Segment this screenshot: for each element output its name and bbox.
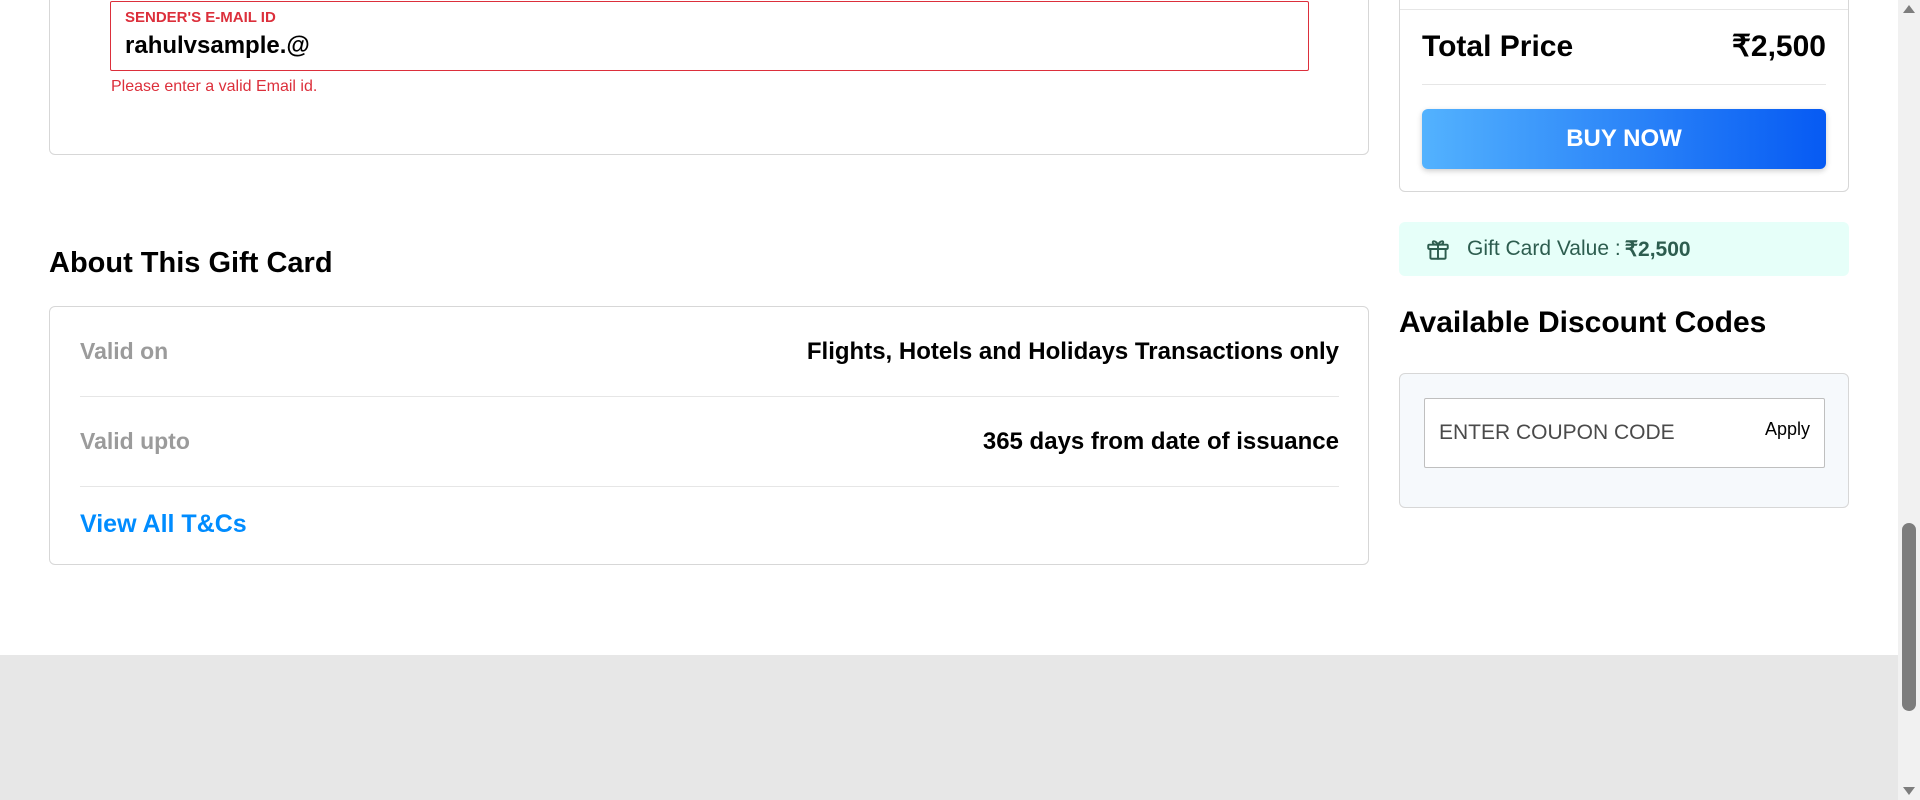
gift-card-value-amount: ₹2,500 <box>1624 237 1691 261</box>
scrollbar-thumb[interactable] <box>1902 523 1916 711</box>
valid-upto-label: Valid upto <box>80 428 190 454</box>
sender-email-field[interactable]: SENDER'S E-MAIL ID rahulvsample.@ <box>110 1 1309 71</box>
valid-on-value: Flights, Hotels and Holidays Transaction… <box>806 337 1339 365</box>
coupon-code-input[interactable] <box>1425 399 1745 467</box>
about-section-title: About This Gift Card <box>49 247 333 279</box>
sender-email-value[interactable]: rahulvsample.@ <box>125 32 310 60</box>
scroll-down-arrow-icon[interactable] <box>1903 787 1915 795</box>
valid-on-row: Valid on Flights, Hotels and Holidays Tr… <box>80 307 1339 397</box>
footer <box>0 655 1898 800</box>
sender-email-label: SENDER'S E-MAIL ID <box>125 9 276 26</box>
total-price-label: Total Price <box>1422 29 1574 63</box>
apply-coupon-button[interactable]: Apply <box>1765 419 1810 440</box>
sender-details-card: SENDER'S E-MAIL ID rahulvsample.@ Please… <box>49 0 1369 155</box>
email-error-message: Please enter a valid Email id. <box>111 78 318 95</box>
valid-upto-value: 365 days from date of issuance <box>982 427 1339 455</box>
total-price-value: ₹2,500 <box>1731 30 1826 63</box>
gift-card-value-banner: Gift Card Value : ₹2,500 <box>1399 222 1849 276</box>
about-gift-card-details: Valid on Flights, Hotels and Holidays Tr… <box>49 306 1369 565</box>
scroll-up-arrow-icon[interactable] <box>1903 5 1915 13</box>
gift-icon <box>1425 236 1451 262</box>
price-summary-card: Total Price ₹2,500 BUY NOW <box>1399 0 1849 192</box>
discount-codes-title: Available Discount Codes <box>1399 306 1767 339</box>
coupon-input-wrapper: Apply <box>1424 398 1825 468</box>
page-scrollbar[interactable] <box>1898 0 1920 800</box>
valid-upto-row: Valid upto 365 days from date of issuanc… <box>80 397 1339 487</box>
total-price-row: Total Price ₹2,500 <box>1422 9 1826 85</box>
coupon-card: Apply <box>1399 373 1849 508</box>
view-all-tnc-link[interactable]: View All T&Cs <box>80 510 247 539</box>
buy-now-button[interactable]: BUY NOW <box>1422 109 1826 169</box>
gift-card-value-label: Gift Card Value : <box>1467 237 1621 260</box>
valid-on-label: Valid on <box>80 338 169 364</box>
page: SENDER'S E-MAIL ID rahulvsample.@ Please… <box>0 0 1920 800</box>
